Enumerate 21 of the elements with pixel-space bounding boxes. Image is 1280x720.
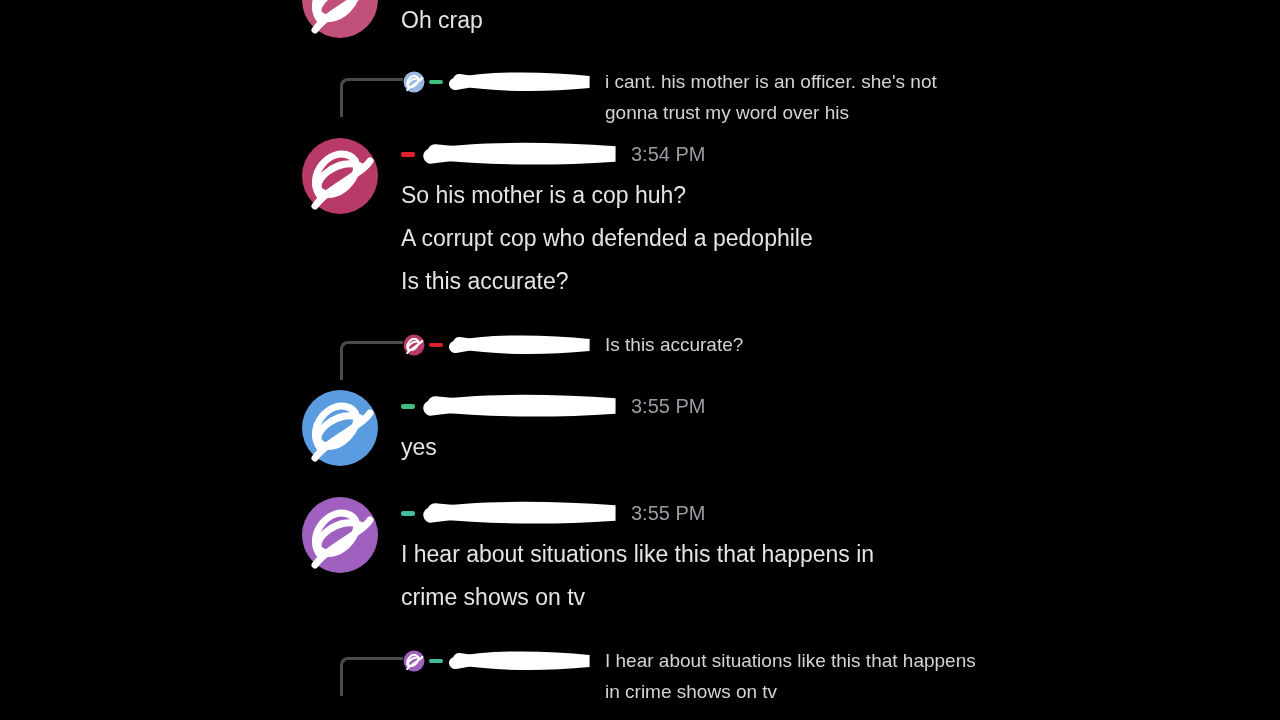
reply-connector-line	[340, 78, 403, 117]
scribbled-avatar-icon	[300, 388, 380, 468]
reply-connector-line	[340, 341, 403, 380]
scribbled-avatar-icon	[403, 649, 425, 672]
message-text: yes	[401, 433, 438, 462]
message-timestamp: 3:55 PM	[631, 394, 706, 418]
reply-preview-text: i cant. his mother is an officer. she's not gonna trust my word over his	[605, 70, 938, 125]
reply-connector-line	[340, 657, 403, 696]
scribbled-avatar-icon	[403, 333, 425, 356]
message-timestamp: 3:55 PM	[631, 501, 706, 525]
message-text: I hear about situations like this that happens in crime shows on tv	[401, 540, 876, 612]
reply-preview-text: Is this accurate?	[605, 333, 745, 357]
message-text: A corrupt cop who defended a pedophile	[401, 224, 814, 253]
scribbled-avatar-icon	[403, 70, 425, 93]
message-text: Is this accurate?	[401, 267, 570, 296]
reply-preview-text: I hear about situations like this that happens in crime shows on tv	[605, 649, 977, 704]
scribbled-avatar-icon	[300, 136, 380, 216]
message-text: Oh crap	[401, 6, 484, 35]
message-text: So his mother is a cop huh?	[401, 181, 688, 210]
scribbled-avatar-icon	[300, 495, 380, 575]
message-timestamp: 3:54 PM	[631, 142, 706, 166]
